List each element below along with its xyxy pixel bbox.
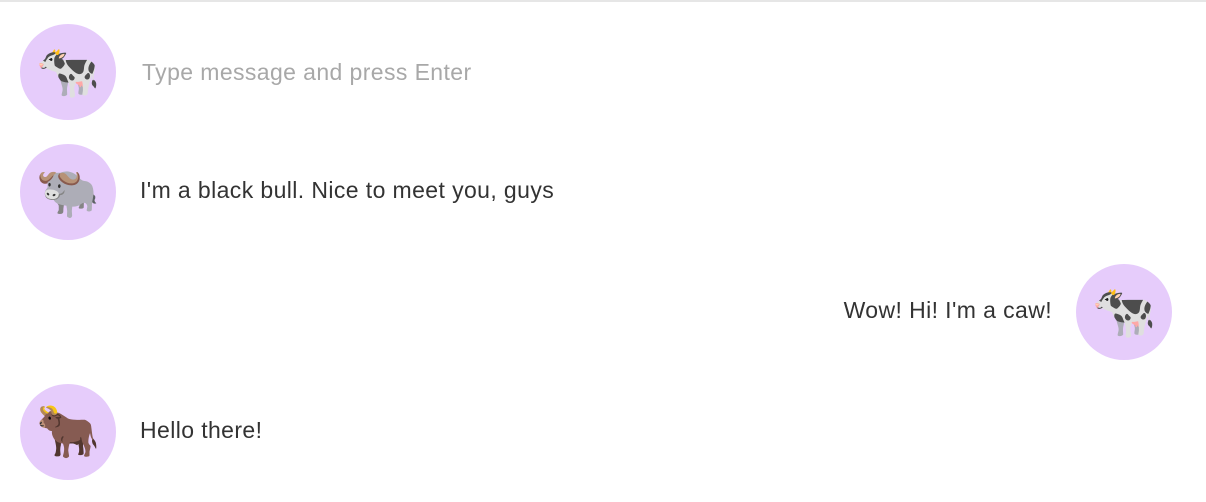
message-text: I'm a black bull. Nice to meet you, guys	[140, 177, 555, 203]
composer-row: 🐄	[0, 24, 1206, 120]
chat-window: 🐄 🐃 I'm a black bull. Nice to meet you, …	[0, 0, 1206, 502]
message-item: 🐂 Hello there!	[0, 384, 1206, 480]
message-text: Hello there!	[140, 417, 263, 443]
avatar: 🐂	[20, 384, 116, 480]
cow-icon: 🐄	[35, 42, 101, 102]
message-input[interactable]	[138, 52, 1042, 92]
message-text: Wow! Hi! I'm a caw!	[843, 297, 1052, 323]
message-item: 🐃 I'm a black bull. Nice to meet you, gu…	[0, 144, 1206, 240]
ox-icon: 🐂	[35, 402, 101, 462]
avatar: 🐃	[20, 144, 116, 240]
current-user-avatar: 🐄	[20, 24, 116, 120]
cow-icon: 🐄	[1091, 282, 1157, 342]
water-buffalo-icon: 🐃	[35, 162, 101, 222]
avatar: 🐄	[1076, 264, 1172, 360]
message-item: Wow! Hi! I'm a caw! 🐄	[0, 264, 1206, 360]
